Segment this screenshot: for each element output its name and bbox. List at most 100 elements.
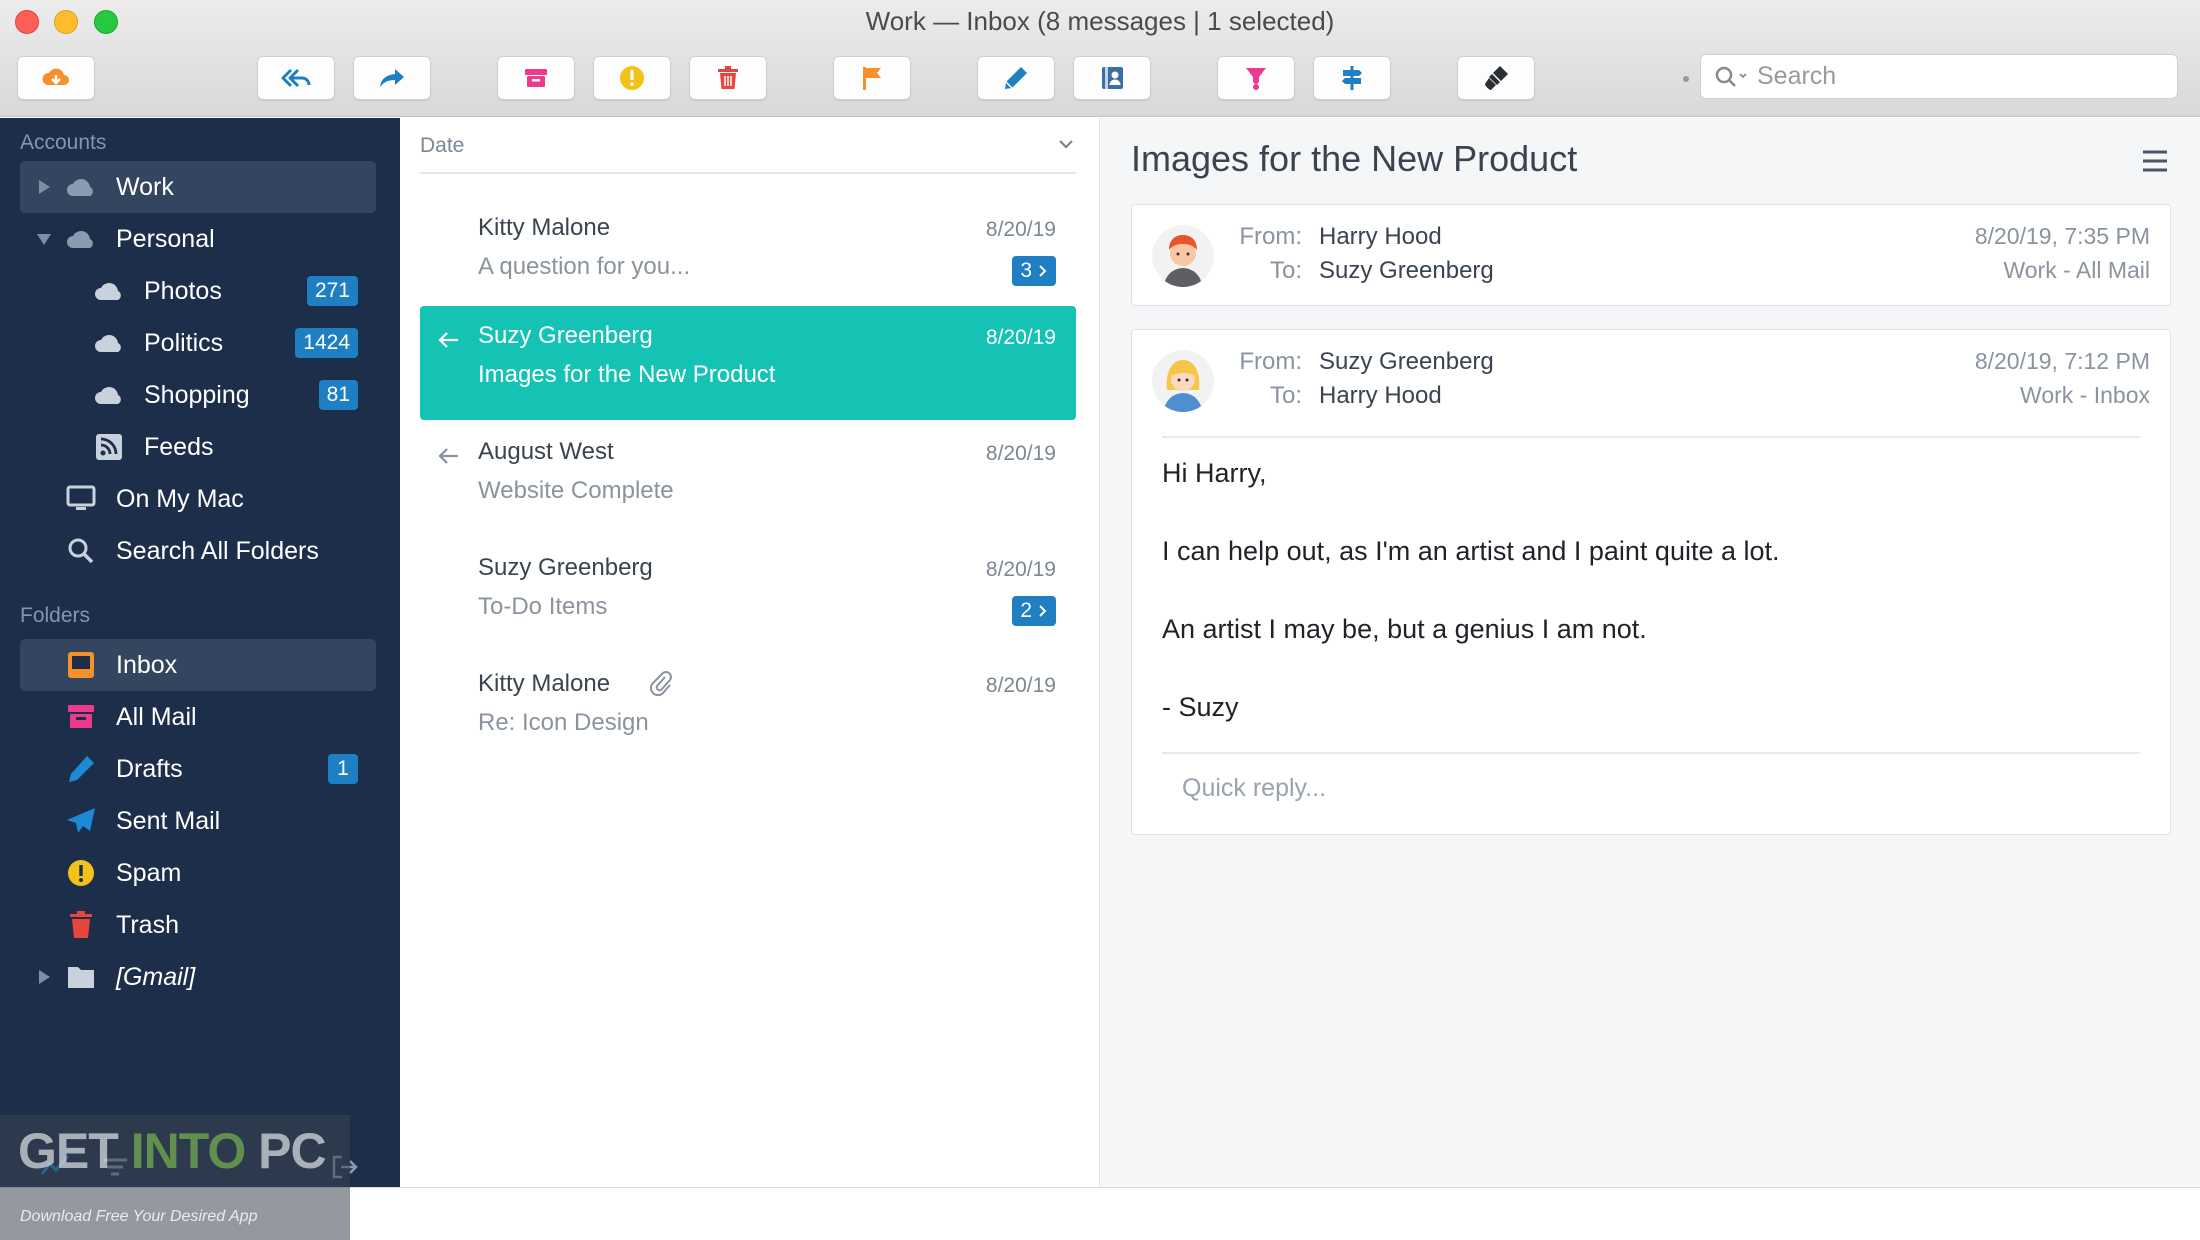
sidebar-item-trash[interactable]: Trash [20, 899, 376, 951]
get-mail-button[interactable] [17, 56, 95, 100]
message-row[interactable]: August West Website Complete 8/20/19 [420, 422, 1076, 536]
message-card-expanded: From: Suzy Greenberg To: Harry Hood 8/20… [1131, 329, 2171, 835]
message-subject: Website Complete [478, 477, 674, 504]
title-toolbar: Work — Inbox (8 messages | 1 selected) [0, 0, 2200, 117]
brush-icon [1485, 66, 1508, 90]
sidebar-item-photos[interactable]: Photos 271 [20, 265, 376, 317]
from-value: Harry Hood [1319, 223, 1442, 250]
unread-badge: 271 [306, 276, 358, 306]
sidebar-item-label: Trash [116, 910, 179, 939]
message-body-line: Hi Harry, [1162, 458, 1267, 488]
sidebar-item-politics[interactable]: Politics 1424 [20, 317, 376, 369]
archive-button[interactable] [497, 56, 575, 100]
quick-reply-input[interactable] [1182, 774, 2082, 803]
thread-count-badge[interactable]: 3 [1012, 256, 1056, 286]
message-body-line: I can help out, as I'm an artist and I p… [1162, 536, 1780, 566]
sidebar-item-label: Photos [144, 276, 222, 305]
message-row[interactable]: Suzy Greenberg To-Do Items 8/20/19 2 [420, 538, 1076, 652]
sidebar-item-label: Drafts [116, 754, 183, 783]
avatar-suzy-icon [1152, 350, 1214, 412]
watermark-subtitle: Download Free Your Desired App [20, 1208, 258, 1225]
avatar [1152, 350, 1214, 412]
replied-arrow-icon [438, 332, 458, 348]
sidebar-item-spam[interactable]: Spam [20, 847, 376, 899]
hamburger-menu-icon[interactable] [2140, 148, 2170, 174]
compose-button[interactable] [977, 56, 1055, 100]
cloud-icon [92, 327, 126, 359]
sidebar-item-on-my-mac[interactable]: On My Mac [20, 473, 376, 525]
cloud-icon [92, 379, 126, 411]
forward-icon [380, 69, 404, 87]
to-label: To: [1269, 382, 1302, 409]
message-date: 8/20/19 [985, 218, 1056, 241]
reply-divider [1162, 752, 2140, 754]
thread-count-badge[interactable]: 2 [1012, 596, 1056, 626]
from-value: Suzy Greenberg [1319, 348, 1494, 375]
customize-button[interactable] [1457, 56, 1535, 100]
message-row[interactable]: Kitty Malone Re: Icon Design 8/20/19 [420, 654, 1076, 768]
chevron-right-icon [1039, 265, 1047, 277]
signpost-icon [1342, 66, 1362, 90]
sidebar-item-drafts[interactable]: Drafts 1 [20, 743, 376, 795]
search-input[interactable] [1757, 62, 2157, 91]
move-button[interactable] [1313, 56, 1391, 100]
watermark-text-highlight: INTO [130, 1123, 247, 1179]
disclosure-right-icon[interactable] [36, 179, 52, 195]
warning-icon [620, 66, 644, 90]
archive-icon [64, 701, 98, 733]
watermark-text: GET [18, 1123, 131, 1179]
forward-button[interactable] [353, 56, 431, 100]
sidebar-item-inbox[interactable]: Inbox [20, 639, 376, 691]
message-card[interactable]: From: Harry Hood To: Suzy Greenberg 8/20… [1131, 204, 2171, 306]
reading-pane: Images for the New Product From: Harry H… [1101, 118, 2200, 1187]
search-icon [1715, 66, 1747, 87]
contacts-button[interactable] [1073, 56, 1151, 100]
sort-label: Date [420, 134, 465, 157]
trash-icon [718, 66, 738, 89]
sidebar-item-personal[interactable]: Personal [20, 213, 376, 265]
sidebar-item-label: Search All Folders [116, 536, 319, 565]
disclosure-down-icon[interactable] [36, 231, 52, 247]
sidebar-item-gmail[interactable]: [Gmail] [20, 951, 376, 1003]
disclosure-right-icon[interactable] [36, 969, 52, 985]
message-sender: August West [478, 438, 614, 465]
replied-arrow-icon [438, 448, 458, 464]
sort-bar[interactable]: Date [420, 118, 1076, 174]
message-row-selected[interactable]: Suzy Greenberg Images for the New Produc… [420, 306, 1076, 420]
sidebar-item-label: Inbox [116, 650, 178, 679]
unread-badge: 81 [318, 380, 358, 410]
sidebar-item-label: Work [116, 172, 174, 201]
search-field[interactable] [1700, 54, 2178, 99]
delete-button[interactable] [689, 56, 767, 100]
search-icon [64, 535, 98, 567]
sidebar-item-label: On My Mac [116, 484, 244, 513]
message-row[interactable]: Kitty Malone A question for you... 8/20/… [420, 198, 1076, 312]
paper-plane-icon [64, 805, 98, 837]
spam-button[interactable] [593, 56, 671, 100]
sidebar-item-work[interactable]: Work [20, 161, 376, 213]
message-sender: Kitty Malone [478, 670, 611, 697]
rss-icon [92, 431, 126, 463]
sidebar: Accounts Work Personal Photos 271 Politi… [0, 118, 400, 1187]
chevron-right-icon [1039, 605, 1047, 617]
archive-icon [525, 69, 547, 87]
sidebar-item-shopping[interactable]: Shopping 81 [20, 369, 376, 421]
tag-button[interactable] [1217, 56, 1295, 100]
message-mailbox: Work - Inbox [2020, 382, 2150, 408]
sidebar-item-all-mail[interactable]: All Mail [20, 691, 376, 743]
thread-count: 2 [1020, 599, 1032, 622]
sidebar-item-sent-mail[interactable]: Sent Mail [20, 795, 376, 847]
message-sender: Suzy Greenberg [478, 322, 653, 349]
cloud-icon [64, 171, 98, 203]
sidebar-item-search-all-folders[interactable]: Search All Folders [20, 525, 376, 577]
reply-all-button[interactable] [257, 56, 335, 100]
watermark-text: PC [245, 1123, 326, 1179]
to-value: Harry Hood [1319, 382, 1442, 409]
sidebar-item-feeds[interactable]: Feeds [20, 421, 376, 473]
watermark-logo: GET INTO PC [18, 1122, 327, 1180]
message-body-line: - Suzy [1162, 692, 1239, 722]
flag-button[interactable] [833, 56, 911, 100]
inbox-icon [64, 649, 98, 681]
chevron-down-icon[interactable] [1056, 134, 1076, 154]
from-label: From: [1239, 223, 1302, 250]
